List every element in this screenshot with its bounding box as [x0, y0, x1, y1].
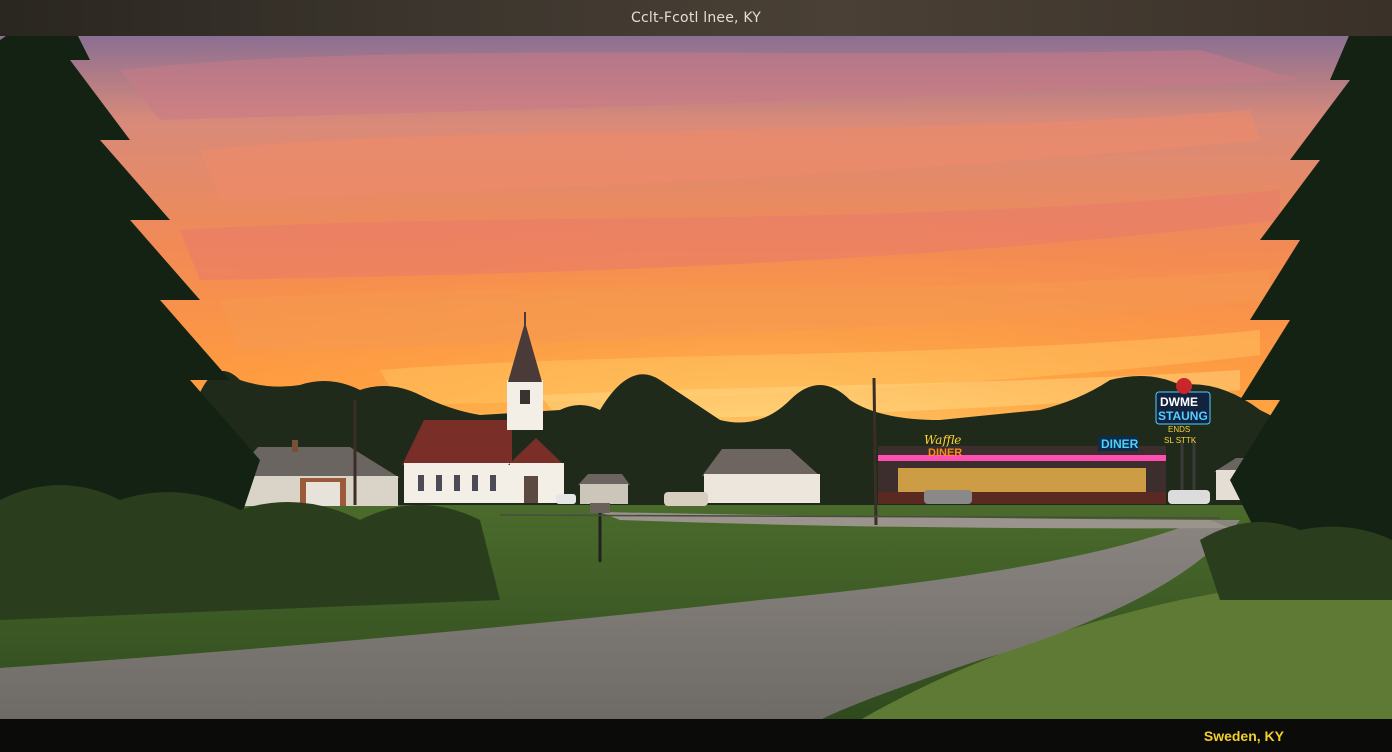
caption-bar: Sweden, KY: [0, 719, 1392, 752]
pole-sign-line2: STAUNG: [1158, 409, 1208, 423]
sunset-town-scene: Waffle DINER DINER DWME STAUNG ENDS SL S…: [0, 0, 1392, 720]
location-caption: Sweden, KY: [1203, 727, 1284, 744]
diner-roof-sign: DINER: [1101, 437, 1139, 451]
mailbox: [590, 503, 610, 513]
photo-frame: Waffle DINER DINER DWME STAUNG ENDS SL S…: [0, 0, 1392, 752]
pole-sign-line3: ENDS: [1168, 425, 1190, 434]
title-bar: Cclt-Fcotl lnee, KY: [0, 0, 1392, 36]
diner-sign-left: Waffle: [924, 433, 961, 447]
diner-building: [878, 446, 1166, 504]
diner-sign-left-sub: DINER: [928, 447, 962, 459]
page-title: Cclt-Fcotl lnee, KY: [631, 10, 761, 26]
utility-pole-right: [872, 377, 878, 526]
small-shed: [578, 474, 630, 504]
shrub-right: [1200, 522, 1392, 600]
pole-sign-line4: SL STTK: [1164, 436, 1197, 445]
pole-sign-line1: DWME: [1160, 395, 1198, 409]
